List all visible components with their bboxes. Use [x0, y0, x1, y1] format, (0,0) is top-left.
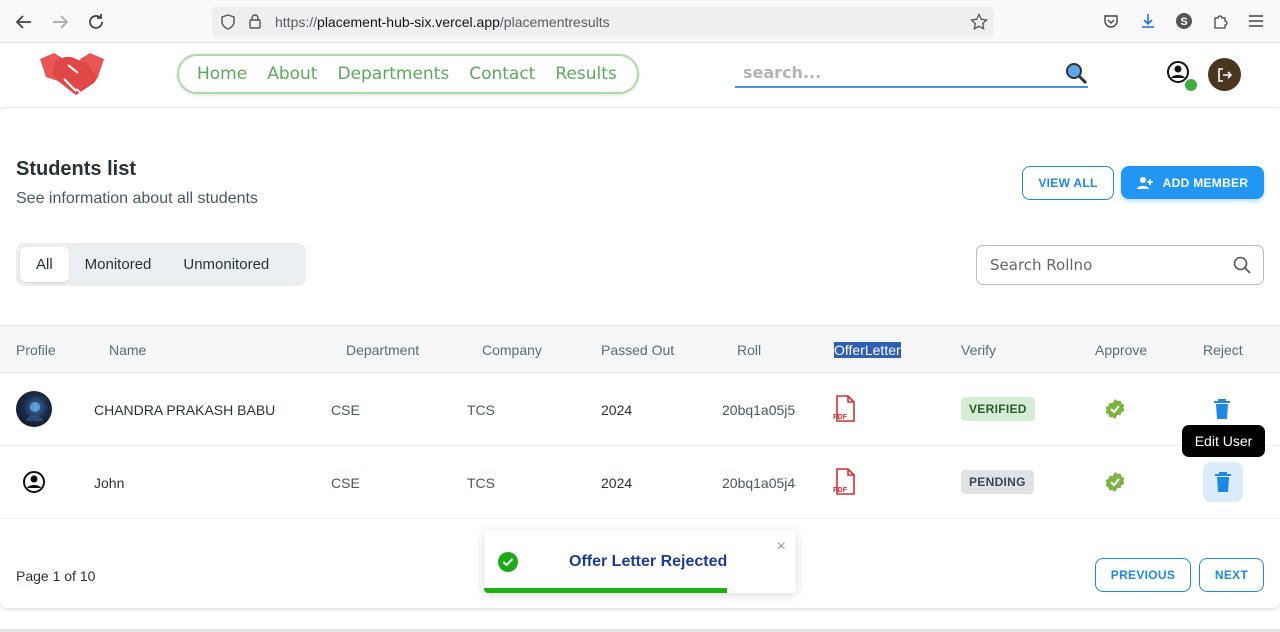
col-offerletter: OfferLetter: [834, 342, 901, 358]
nav-about[interactable]: About: [267, 64, 317, 84]
success-check-icon: [498, 552, 518, 577]
extension-s-icon[interactable]: S: [1174, 11, 1194, 31]
col-reject: Reject: [1203, 342, 1243, 358]
view-all-button[interactable]: VIEW ALL: [1022, 166, 1114, 200]
lock-icon[interactable]: [248, 13, 262, 34]
status-badge: PENDING: [961, 470, 1034, 494]
avatar: [16, 464, 52, 500]
nav-results[interactable]: Results: [555, 64, 616, 84]
filter-tabs: All Monitored Unmonitored: [16, 243, 306, 286]
add-user-icon: [1136, 176, 1153, 189]
rollno-search: [976, 245, 1264, 285]
tooltip: Edit User: [1182, 425, 1265, 457]
rollno-search-input[interactable]: [990, 256, 1220, 274]
shield-icon[interactable]: [220, 14, 236, 35]
trash-icon[interactable]: [1212, 398, 1232, 420]
col-roll: Roll: [737, 342, 762, 358]
next-button[interactable]: NEXT: [1199, 558, 1264, 592]
table-header: Profile Name Department Company Passed O…: [0, 325, 1280, 373]
student-passed-out: 2024: [601, 402, 633, 418]
logout-button[interactable]: [1208, 58, 1241, 91]
student-company: TCS: [467, 475, 495, 491]
browser-toolbar: https://placement-hub-six.vercel.app/pla…: [0, 0, 1280, 43]
pocket-icon[interactable]: [1101, 11, 1121, 31]
tab-all[interactable]: All: [20, 247, 69, 282]
status-badge: VERIFIED: [961, 397, 1035, 421]
approve-check-icon[interactable]: [1104, 471, 1126, 493]
bookmark-star-icon[interactable]: [970, 12, 988, 36]
online-status-dot: [1185, 79, 1197, 91]
tab-unmonitored[interactable]: Unmonitored: [167, 247, 285, 282]
pdf-label: PDF: [833, 414, 848, 421]
student-roll: 20bq1a05j5: [722, 402, 796, 418]
previous-button[interactable]: PREVIOUS: [1095, 558, 1191, 592]
table-row: John CSE TCS 2024 20bq1a05j4 PDF PENDING: [0, 446, 1280, 519]
col-verify: Verify: [961, 342, 997, 358]
page-title: Students list: [16, 158, 137, 180]
forward-icon[interactable]: [48, 10, 72, 34]
page-subtitle: See information about all students: [16, 190, 258, 207]
toast-message: Offer Letter Rejected: [569, 553, 728, 570]
svg-text:S: S: [1180, 16, 1187, 28]
menu-hamburger-icon[interactable]: [1246, 11, 1266, 31]
nav-contact[interactable]: Contact: [469, 64, 535, 84]
header-search-input[interactable]: [743, 63, 1053, 82]
student-department: CSE: [331, 402, 360, 418]
header-search: [735, 59, 1088, 88]
add-member-button[interactable]: ADD MEMBER: [1121, 166, 1264, 199]
nav-home[interactable]: Home: [197, 64, 247, 84]
col-name: Name: [109, 342, 147, 358]
student-department: CSE: [331, 475, 360, 491]
trash-icon: [1215, 472, 1231, 492]
student-passed-out: 2024: [601, 475, 633, 491]
pdf-file-icon[interactable]: PDF: [832, 468, 858, 496]
reload-icon[interactable]: [84, 10, 108, 34]
close-icon[interactable]: ×: [777, 538, 786, 556]
handshake-logo-icon[interactable]: [38, 49, 106, 101]
table-row: CHANDRA PRAKASH BABU CSE TCS 2024 20bq1a…: [0, 373, 1280, 446]
approve-check-icon[interactable]: [1104, 398, 1126, 420]
url-bar[interactable]: https://placement-hub-six.vercel.app/pla…: [212, 7, 994, 37]
col-company: Company: [482, 342, 542, 358]
pdf-file-icon[interactable]: PDF: [832, 395, 858, 423]
url-text[interactable]: https://placement-hub-six.vercel.app/pla…: [275, 14, 610, 30]
back-icon[interactable]: [12, 10, 36, 34]
student-name: John: [94, 475, 125, 491]
col-department: Department: [346, 342, 420, 358]
app-header: Home About Departments Contact Results: [0, 43, 1280, 107]
col-profile: Profile: [16, 342, 56, 358]
extensions-puzzle-icon[interactable]: [1210, 11, 1230, 31]
nav-departments[interactable]: Departments: [337, 64, 449, 84]
col-passed-out: Passed Out: [601, 342, 675, 358]
col-approve: Approve: [1095, 342, 1148, 358]
page-indicator: Page 1 of 10: [16, 568, 96, 584]
reject-button[interactable]: [1203, 462, 1243, 502]
student-company: TCS: [467, 402, 495, 418]
student-roll: 20bq1a05j4: [722, 475, 796, 491]
logout-icon: [1217, 67, 1232, 82]
pdf-label: PDF: [833, 487, 848, 494]
add-member-label: ADD MEMBER: [1162, 175, 1249, 190]
main-nav: Home About Departments Contact Results: [177, 54, 639, 94]
search-icon[interactable]: [1064, 61, 1088, 90]
avatar: [16, 391, 52, 427]
toast-progress-bar: [484, 588, 728, 593]
magnifier-icon[interactable]: [1233, 256, 1251, 279]
student-name: CHANDRA PRAKASH BABU: [94, 402, 276, 418]
tab-monitored[interactable]: Monitored: [69, 247, 168, 282]
download-icon[interactable]: [1138, 11, 1158, 31]
toast-notification: Offer Letter Rejected ×: [484, 530, 796, 593]
